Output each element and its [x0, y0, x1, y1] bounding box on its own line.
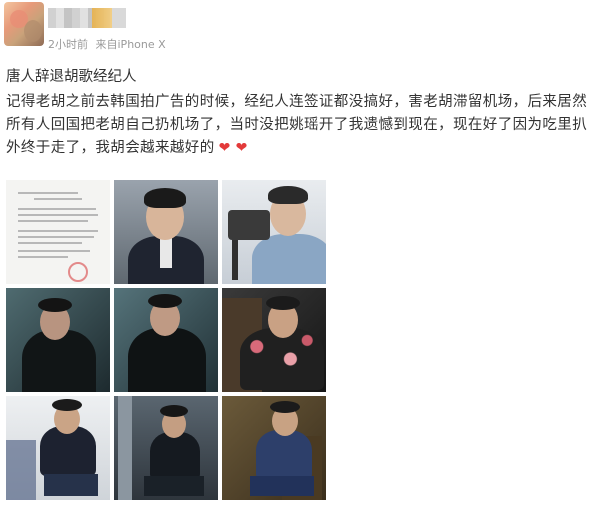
badge-blurred: [92, 8, 112, 28]
photo-floral-shirt[interactable]: [222, 288, 326, 392]
post-body: 唐人辞退胡歌经纪人 记得老胡之前去韩国拍广告的时候，经纪人连签证都没搞好，害老胡…: [6, 66, 594, 160]
post-text: 记得老胡之前去韩国拍广告的时候，经纪人连签证都没搞好，害老胡滞留机场，后来居然所…: [6, 91, 594, 160]
heart-emoji: ❤ ❤: [218, 140, 248, 156]
username-blurred-tail: [112, 8, 126, 28]
post-header: 2小时前 来自iPhone X: [0, 0, 600, 60]
photo-document[interactable]: [6, 180, 110, 284]
photo-denim-seated[interactable]: [222, 396, 326, 500]
post-time[interactable]: 2小时前: [48, 38, 88, 51]
avatar[interactable]: [4, 2, 44, 46]
photo-camera[interactable]: [222, 180, 326, 284]
photo-portrait-suit[interactable]: [114, 180, 218, 284]
photo-chair-studio[interactable]: [114, 396, 218, 500]
photo-fur-coat-2[interactable]: [114, 288, 218, 392]
post-title: 唐人辞退胡歌经纪人: [6, 69, 137, 85]
post-meta: 2小时前 来自iPhone X: [48, 36, 170, 52]
photo-stool-seated[interactable]: [6, 396, 110, 500]
post-source: 来自iPhone X: [95, 38, 166, 51]
photo-grid: [6, 180, 326, 502]
photo-fur-coat-1[interactable]: [6, 288, 110, 392]
post-text-content: 记得老胡之前去韩国拍广告的时候，经纪人连签证都没搞好，害老胡滞留机场，后来居然所…: [6, 94, 588, 156]
